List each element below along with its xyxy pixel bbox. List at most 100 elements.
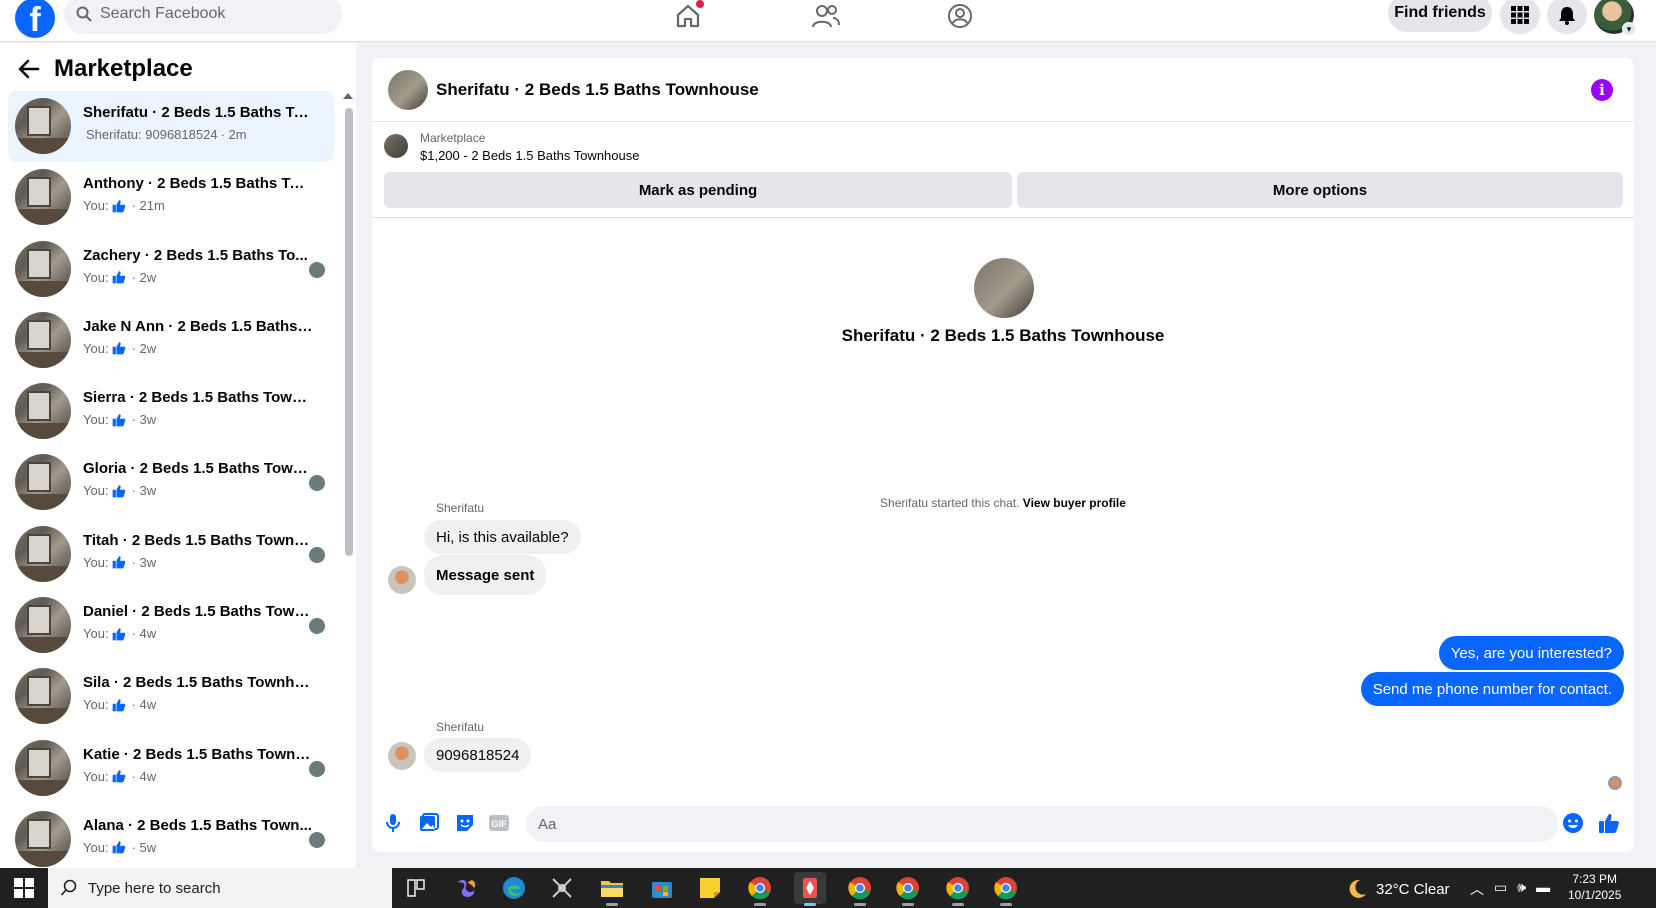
find-friends-button[interactable]: Find friends xyxy=(1388,0,1492,32)
info-icon[interactable]: i xyxy=(1591,79,1613,101)
microsoft-store-app[interactable] xyxy=(646,872,678,904)
started-text: Sherifatu started this chat. xyxy=(880,496,1020,510)
thumbs-up-icon xyxy=(112,770,125,783)
edge-app[interactable] xyxy=(498,872,530,904)
chrome-app-3[interactable] xyxy=(892,872,924,906)
listing-avatar[interactable] xyxy=(388,70,428,110)
home-nav-button[interactable] xyxy=(670,0,706,32)
conversation-item[interactable]: Sierra · 2 Beds 1.5 Baths Townho... You: ·… xyxy=(8,376,334,447)
clock-time: 7:23 PM xyxy=(1572,872,1618,886)
chrome-app-2[interactable] xyxy=(844,872,876,906)
conversation-item[interactable]: Sherifatu · 2 Beds 1.5 Baths Tow... Sheri… xyxy=(8,91,334,163)
marketplace-conversations-panel: Marketplace Sherifatu · 2 Beds 1.5 Baths… xyxy=(0,43,356,904)
conversation-name: Anthony · 2 Beds 1.5 Baths Town... xyxy=(83,175,313,193)
sender-avatar[interactable] xyxy=(388,742,416,770)
active-app[interactable] xyxy=(794,872,826,906)
conversation-item[interactable]: Jake N Ann · 2 Beds 1.5 Baths To... You: ·… xyxy=(8,305,334,376)
message-composer: GIF Aa xyxy=(372,798,1634,852)
mark-as-pending-button[interactable]: Mark as pending xyxy=(384,172,1012,208)
app-launcher[interactable] xyxy=(546,872,578,904)
seen-avatar xyxy=(309,261,325,278)
back-arrow-icon[interactable] xyxy=(18,59,40,79)
listing-thumbnail xyxy=(15,98,71,154)
listing-thumbnail xyxy=(15,597,71,654)
conversation-item[interactable]: Zachery · 2 Beds 1.5 Baths To... You: · 2w xyxy=(8,234,334,305)
menu-button[interactable] xyxy=(1500,0,1540,34)
volume-icon[interactable]: 🕪 xyxy=(1517,879,1526,899)
conversation-preview: You: · 2w xyxy=(83,341,156,356)
meet-now-icon[interactable]: ▭ xyxy=(1494,879,1507,899)
conversation-name: Sierra · 2 Beds 1.5 Baths Townho... xyxy=(83,389,313,407)
attach-photo-button[interactable] xyxy=(416,810,442,836)
conversation-preview: You: · 4w xyxy=(83,626,156,641)
more-options-button[interactable]: More options xyxy=(1017,172,1623,208)
seen-avatar xyxy=(309,831,325,848)
chat-header: Sherifatu · 2 Beds 1.5 Baths Townhouse i xyxy=(372,58,1634,122)
seen-avatar xyxy=(309,618,325,635)
voice-clip-button[interactable] xyxy=(380,810,406,836)
message-input[interactable]: Aa xyxy=(526,806,1558,842)
incoming-message[interactable]: Message sent xyxy=(424,555,547,595)
gif-button[interactable]: GIF xyxy=(486,810,512,836)
conversation-item[interactable]: Sila · 2 Beds 1.5 Baths Townhouse You: · 4… xyxy=(8,661,334,732)
conversation-preview: You: · 4w xyxy=(83,769,156,784)
taskbar-clock[interactable]: 7:23 PM 10/1/2025 xyxy=(1568,871,1621,903)
conversation-name: Sila · 2 Beds 1.5 Baths Townhouse xyxy=(83,674,313,692)
chat-title[interactable]: Sherifatu · 2 Beds 1.5 Baths Townhouse xyxy=(436,80,759,100)
taskbar-search-input[interactable]: Type here to search xyxy=(48,868,392,908)
notifications-button[interactable] xyxy=(1547,0,1587,34)
conversation-item[interactable]: Gloria · 2 Beds 1.5 Baths Town... You: · 3… xyxy=(8,447,334,518)
conversation-item[interactable]: Titah · 2 Beds 1.5 Baths Townh... You: · 3… xyxy=(8,519,334,590)
clock-date: 10/1/2025 xyxy=(1568,888,1622,902)
preview-time: · 5w xyxy=(131,839,157,855)
incoming-message[interactable]: 9096818524 xyxy=(424,738,532,772)
weather-widget[interactable]: 32°C Clear xyxy=(1346,878,1450,900)
scrollbar-thumb[interactable] xyxy=(345,108,353,556)
outgoing-message[interactable]: Send me phone number for contact. xyxy=(1360,672,1624,706)
scroll-up-arrow[interactable] xyxy=(343,93,353,99)
conversation-name: Daniel · 2 Beds 1.5 Baths Town... xyxy=(83,603,313,621)
listing-thumbnail xyxy=(15,169,71,226)
incoming-message[interactable]: Hi, is this available? xyxy=(424,520,581,554)
sender-avatar[interactable] xyxy=(388,566,416,594)
search-facebook-input[interactable]: Search Facebook xyxy=(64,0,342,34)
listing-thumbnail xyxy=(15,739,71,796)
preview-prefix: You: xyxy=(83,697,109,713)
listing-category: Marketplace xyxy=(420,131,486,145)
facebook-logo[interactable]: f xyxy=(15,0,55,38)
conversation-item[interactable]: Anthony · 2 Beds 1.5 Baths Town... You: · … xyxy=(8,162,334,233)
account-chevron-down-icon[interactable]: ▾ xyxy=(1622,22,1636,36)
file-explorer-app[interactable] xyxy=(596,872,628,906)
conversation-item[interactable]: Daniel · 2 Beds 1.5 Baths Town... You: · 4… xyxy=(8,590,334,661)
profile-nav-button[interactable] xyxy=(942,0,978,32)
conversation-preview: You: · 3w xyxy=(83,412,156,427)
chrome-app-1[interactable] xyxy=(744,872,776,906)
preview-time: · 4w xyxy=(131,697,157,713)
chevron-up-icon[interactable]: ︿ xyxy=(1470,879,1484,899)
send-like-button[interactable] xyxy=(1596,810,1622,836)
task-view-button[interactable] xyxy=(400,872,432,904)
conversation-preview: You: · 3w xyxy=(83,483,156,498)
copilot-icon xyxy=(458,879,476,897)
preview-time: · 3w xyxy=(131,483,157,499)
sticky-notes-app[interactable] xyxy=(694,872,726,904)
moon-icon xyxy=(1349,879,1366,898)
outgoing-message[interactable]: Yes, are you interested? xyxy=(1438,636,1624,670)
listing-thumbnail[interactable] xyxy=(384,134,408,158)
friends-nav-button[interactable] xyxy=(808,0,844,32)
windows-start-button[interactable] xyxy=(14,878,34,898)
emoji-button[interactable] xyxy=(1560,810,1586,836)
preview-time: · 2m xyxy=(220,127,247,142)
conversation-item[interactable]: Katie · 2 Beds 1.5 Baths Townh... You: · 4… xyxy=(8,733,334,804)
preview-time: · 4w xyxy=(131,626,157,642)
network-icon[interactable]: ▬ xyxy=(1536,879,1550,899)
copilot-app[interactable] xyxy=(450,872,482,904)
conversation-item[interactable]: Alana · 2 Beds 1.5 Baths Town... You: · 5w xyxy=(8,804,334,875)
view-buyer-profile-link[interactable]: View buyer profile xyxy=(1023,496,1126,510)
store-icon xyxy=(652,882,672,898)
chrome-app-5[interactable] xyxy=(990,872,1022,906)
chrome-app-4[interactable] xyxy=(942,872,974,906)
listing-price-title[interactable]: $1,200 - 2 Beds 1.5 Baths Townhouse xyxy=(420,148,639,163)
seen-avatar xyxy=(309,475,325,492)
sticker-button[interactable] xyxy=(452,810,478,836)
